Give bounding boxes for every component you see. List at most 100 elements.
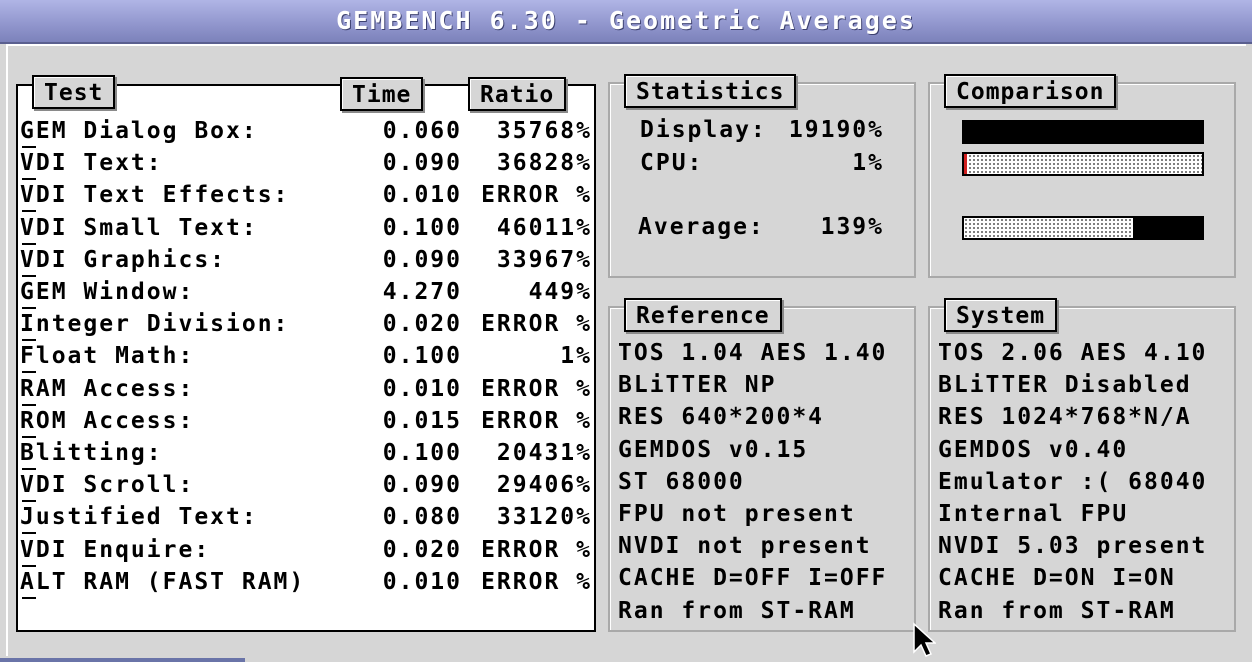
statistics-title-text: Statistics: [636, 79, 785, 105]
statistics-title: Statistics: [624, 74, 797, 108]
test-time: 0.015: [382, 407, 462, 434]
test-name: Blitting:: [20, 440, 163, 466]
display-comparison-bar: [962, 120, 1204, 144]
arrow-pointer-icon: [913, 622, 936, 657]
test-name: VDI Scroll:: [20, 472, 195, 499]
test-name: GEM Dialog Box:: [20, 118, 258, 144]
test-time: 4.270: [382, 279, 462, 305]
statistics-group: [608, 82, 916, 278]
test-ratio: ERROR %: [481, 407, 592, 434]
shortcut-underline: [22, 564, 36, 567]
system-info-line: CACHE D=ON I=ON: [938, 565, 1176, 592]
test-name: Justified Text:: [20, 504, 258, 531]
average-label: Average:: [638, 214, 765, 240]
reference-info-line: BLiTTER NP: [618, 372, 777, 399]
reference-info-line: Ran from ST-RAM: [618, 597, 856, 624]
test-time: 0.100: [382, 343, 462, 370]
reference-info-line: ST 68000: [618, 468, 745, 495]
test-time: 0.020: [382, 311, 462, 338]
time-column-header[interactable]: Time: [340, 77, 424, 111]
shortcut-underline: [22, 596, 36, 599]
test-time: 0.090: [382, 472, 462, 499]
system-info-line: Internal FPU: [938, 501, 1129, 527]
test-name: Float Math:: [20, 343, 195, 370]
test-name: ROM Access:: [20, 407, 195, 434]
reference-info-line: FPU not present: [618, 501, 856, 527]
test-name: ALT RAM (FAST RAM): [20, 568, 306, 595]
test-time: 0.100: [382, 214, 462, 241]
test-time: 0.010: [382, 568, 462, 595]
shortcut-underline: [22, 371, 36, 374]
reference-info-line: GEMDOS v0.15: [618, 436, 809, 463]
test-ratio: 35768%: [496, 118, 592, 144]
test-name: VDI Small Text:: [20, 214, 258, 241]
system-title-text: System: [956, 303, 1046, 329]
test-time: 0.010: [382, 375, 462, 402]
test-name: VDI Enquire:: [20, 536, 211, 563]
system-info-line: Ran from ST-RAM: [938, 597, 1176, 624]
display-value: 19190%: [788, 117, 884, 143]
cpu-value: 1%: [852, 150, 884, 176]
average-bar-fill: [1132, 218, 1202, 238]
test-ratio: ERROR %: [481, 182, 592, 209]
time-header-label: Time: [352, 82, 412, 108]
system-info-line: BLiTTER Disabled: [938, 372, 1192, 399]
comparison-title-text: Comparison: [956, 79, 1105, 105]
test-ratio: ERROR %: [481, 536, 592, 563]
test-name: VDI Text:: [20, 150, 163, 177]
test-name: RAM Access:: [20, 375, 195, 402]
reference-info-line: RES 640*200*4: [618, 404, 825, 431]
test-ratio: 36828%: [496, 150, 592, 177]
shortcut-underline: [22, 532, 36, 535]
system-title: System: [944, 298, 1058, 332]
reference-info-line: TOS 1.04 AES 1.40: [618, 340, 888, 366]
shortcut-underline: [22, 178, 36, 181]
test-ratio: 1%: [560, 343, 592, 370]
shortcut-underline: [22, 435, 36, 438]
test-time: 0.020: [382, 536, 462, 563]
shortcut-underline: [22, 210, 36, 213]
test-ratio: ERROR %: [481, 375, 592, 402]
display-label: Display:: [640, 117, 767, 143]
system-info-line: Emulator :( 68040: [938, 468, 1208, 495]
test-time: 0.060: [382, 118, 462, 144]
test-ratio: ERROR %: [481, 311, 592, 338]
average-comparison-bar: [962, 216, 1204, 240]
cpu-label: CPU:: [640, 150, 704, 176]
shortcut-underline: [22, 307, 36, 309]
reference-title: Reference: [624, 298, 782, 332]
shortcut-underline: [22, 500, 36, 503]
test-column-header[interactable]: Test: [32, 75, 116, 109]
test-time: 0.090: [382, 150, 462, 177]
average-value: 139%: [820, 214, 884, 240]
shortcut-underline: [22, 274, 36, 277]
shortcut-underline: [22, 146, 36, 148]
test-ratio: 449%: [528, 279, 592, 305]
test-name: GEM Window:: [20, 279, 195, 305]
taskbar-strip: [0, 658, 245, 662]
test-time: 0.010: [382, 182, 462, 209]
test-header-label: Test: [44, 80, 104, 106]
window-title-bar[interactable]: GEMBENCH 6.30 - Geometric Averages: [0, 0, 1252, 44]
shortcut-underline: [22, 242, 36, 245]
window-title: GEMBENCH 6.30 - Geometric Averages: [336, 6, 916, 35]
comparison-title: Comparison: [944, 74, 1117, 108]
system-info-line: TOS 2.06 AES 4.10: [938, 340, 1208, 366]
test-name: VDI Text Effects:: [20, 182, 290, 209]
shortcut-underline: [22, 468, 36, 470]
test-time: 0.080: [382, 504, 462, 531]
system-info-line: GEMDOS v0.40: [938, 436, 1129, 463]
system-info-line: RES 1024*768*N/A: [938, 404, 1192, 431]
test-ratio: ERROR %: [481, 568, 592, 595]
display-bar-fill: [964, 122, 1202, 142]
test-ratio: 20431%: [496, 440, 592, 466]
test-time: 0.100: [382, 440, 462, 466]
ratio-header-label: Ratio: [480, 82, 555, 108]
test-ratio: 46011%: [496, 214, 592, 241]
shortcut-underline: [22, 339, 36, 342]
shortcut-underline: [22, 403, 36, 406]
comparison-group: [928, 82, 1236, 278]
test-ratio: 29406%: [496, 472, 592, 499]
cpu-bar-fill: [964, 154, 967, 174]
ratio-column-header[interactable]: Ratio: [468, 77, 567, 111]
